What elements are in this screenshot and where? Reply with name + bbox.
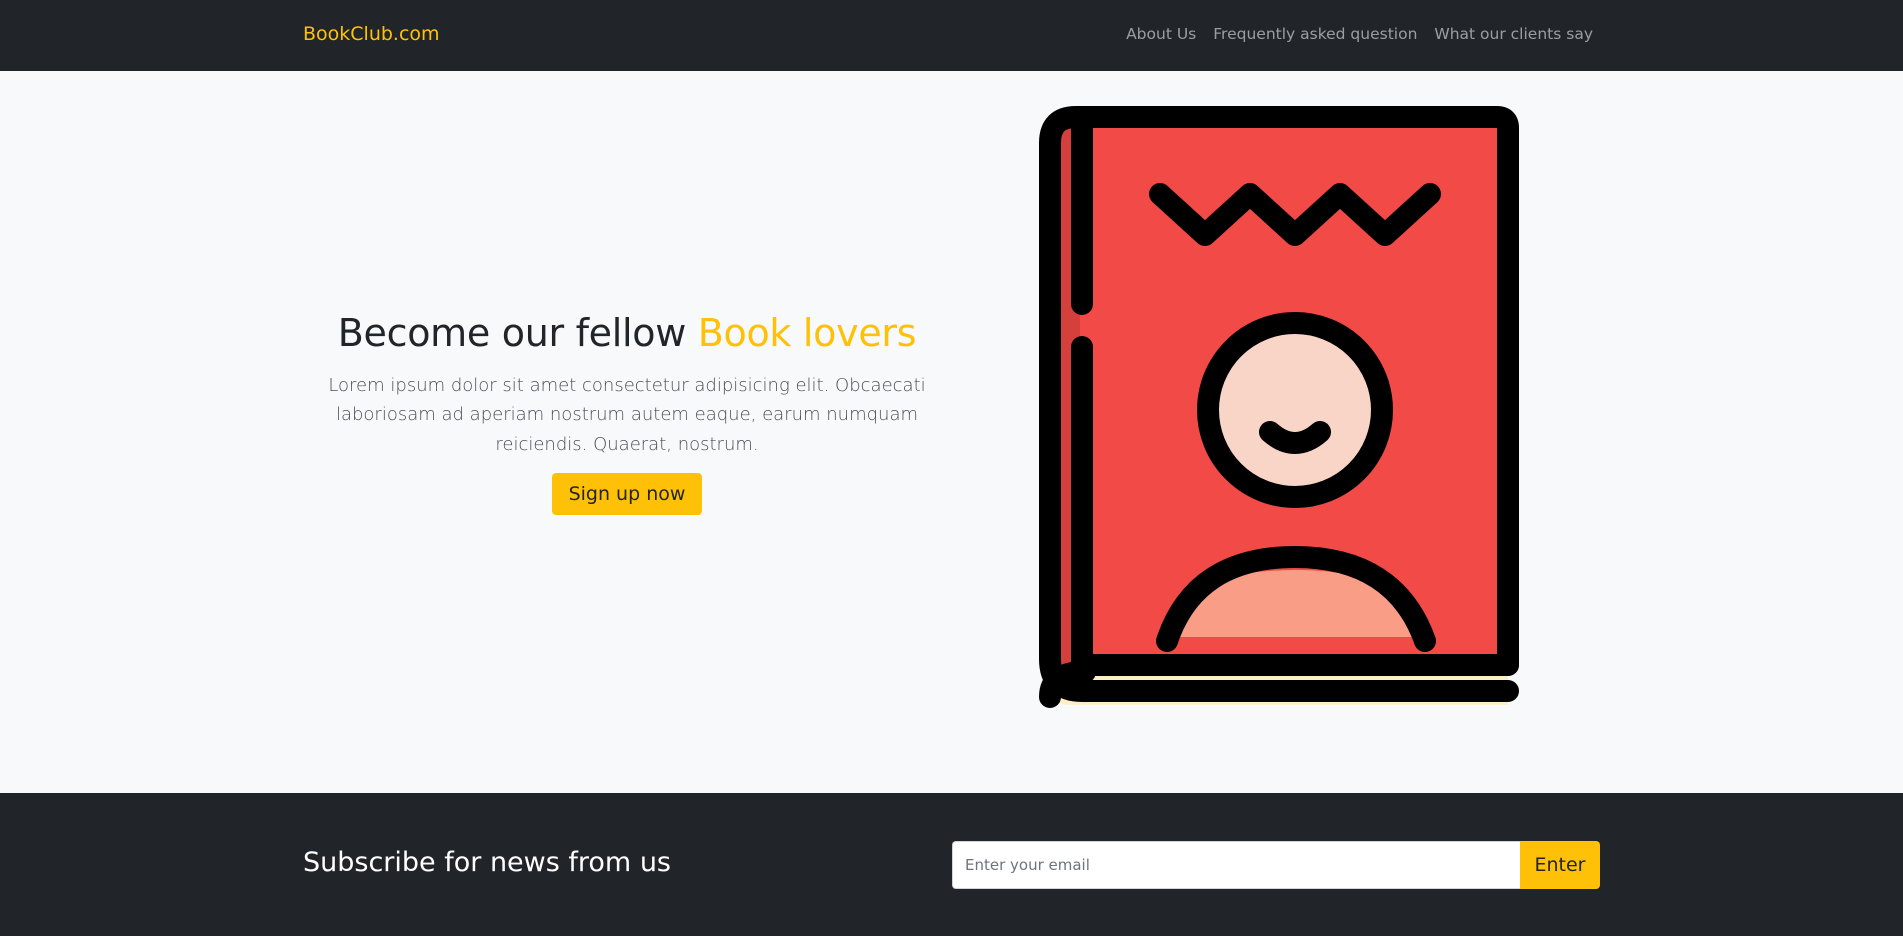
hero-lead-text: Lorem ipsum dolor sit amet consectetur a… xyxy=(328,374,926,456)
sign-up-button[interactable]: Sign up now xyxy=(551,473,703,516)
subscribe-form: Enter xyxy=(952,841,1600,889)
hero-title-accent: Book lovers xyxy=(697,311,917,355)
hero-title: Become our fellow Book lovers xyxy=(303,311,951,357)
nav-link-faq[interactable]: Frequently asked question xyxy=(1213,25,1417,43)
subscribe-footer: Subscribe for news from us Enter xyxy=(0,793,1903,936)
subscribe-title: Subscribe for news from us xyxy=(303,847,671,878)
hero-text-block: Become our fellow Book lovers Lorem ipsu… xyxy=(303,311,951,516)
book-person-icon xyxy=(1039,106,1519,708)
hero-section: Become our fellow Book lovers Lorem ipsu… xyxy=(0,71,1903,793)
nav-links: About Us Frequently asked question What … xyxy=(1126,25,1593,43)
top-navbar: BookClub.com About Us Frequently asked q… xyxy=(0,0,1903,71)
subscribe-enter-button[interactable]: Enter xyxy=(1520,841,1600,889)
email-input[interactable] xyxy=(952,841,1520,889)
nav-link-testimonials[interactable]: What our clients say xyxy=(1434,25,1593,43)
hero-title-main: Become our fellow xyxy=(337,311,698,355)
brand-logo-link[interactable]: BookClub.com xyxy=(303,23,440,45)
nav-link-about-us[interactable]: About Us xyxy=(1126,25,1196,43)
